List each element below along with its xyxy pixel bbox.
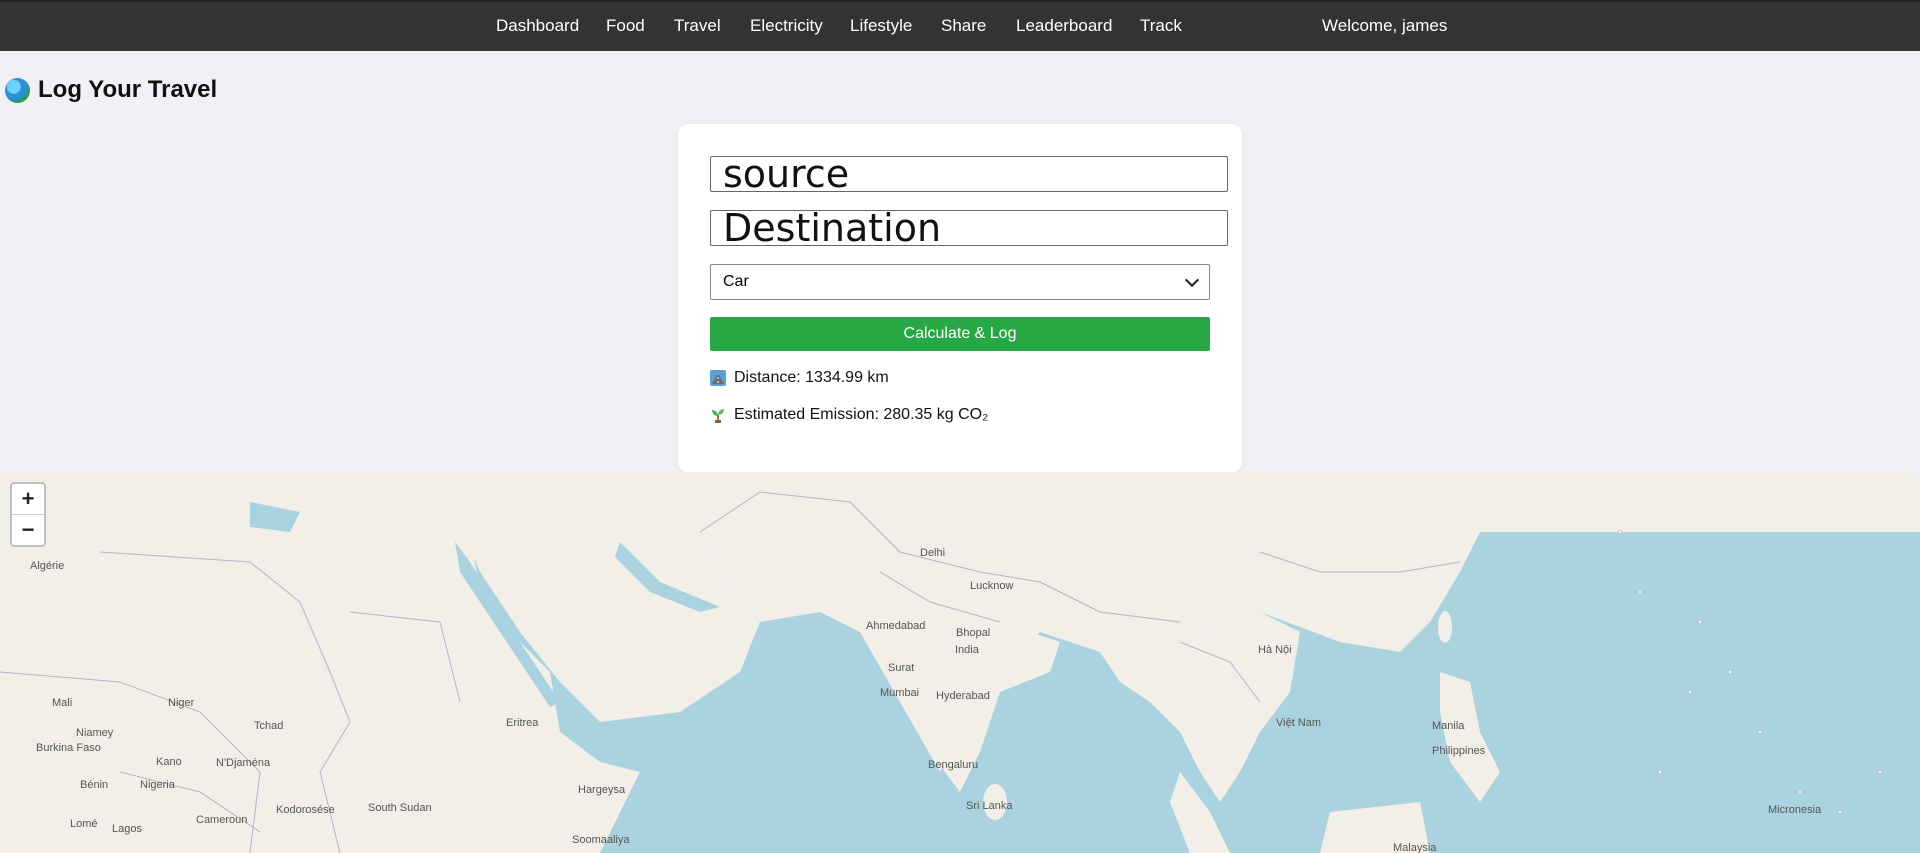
map-label: South Sudan — [368, 802, 432, 814]
map-tiles — [0, 472, 1920, 853]
nav-track[interactable]: Track — [1140, 16, 1182, 36]
map-label: Eritrea — [506, 717, 539, 729]
distance-result: Distance: 1334.99 km — [710, 369, 889, 387]
zoom-in-button[interactable]: + — [12, 484, 44, 514]
map-label: Lagos — [112, 823, 142, 835]
map-label: Micronesia — [1768, 804, 1822, 816]
nav-share[interactable]: Share — [941, 16, 986, 36]
map-label: Algérie — [30, 560, 65, 572]
seedling-icon — [712, 409, 724, 423]
road-icon — [710, 370, 726, 386]
map-label: Việt Nam — [1276, 717, 1322, 729]
map-label: Tchad — [254, 720, 284, 732]
calculate-log-button[interactable]: Calculate & Log — [710, 317, 1210, 351]
map-label: N'Djaména — [216, 757, 271, 769]
zoom-out-button[interactable]: − — [12, 514, 44, 545]
source-input[interactable] — [710, 156, 1228, 192]
map-zoom-control: + − — [10, 482, 46, 547]
emission-result: Estimated Emission: 280.35 kg CO₂ — [710, 406, 988, 424]
map-label: Lucknow — [970, 580, 1014, 592]
map-label: Hà Nội — [1258, 644, 1292, 656]
map-label: Ahmedabad — [866, 620, 926, 632]
page-title: Log Your Travel — [5, 76, 217, 104]
globe-icon — [5, 77, 30, 103]
top-navbar: Dashboard Food Travel Electricity Lifest… — [0, 0, 1920, 51]
map-label: Hyderabad — [936, 690, 990, 702]
welcome-text: Welcome, james — [1322, 16, 1448, 35]
nav-lifestyle[interactable]: Lifestyle — [850, 16, 912, 36]
map-label: Soomaaliya — [572, 834, 630, 846]
map-label: Lomé — [70, 818, 98, 830]
chevron-down-icon — [1184, 272, 1200, 288]
map-label: Kano — [156, 756, 182, 768]
nav-dashboard[interactable]: Dashboard — [496, 16, 579, 36]
map-label: Bengaluru — [928, 759, 979, 771]
map-label: India — [955, 644, 979, 656]
map-label: Niamey — [76, 727, 114, 739]
map-label: Delhi — [920, 547, 946, 559]
map-label: Burkina Faso — [36, 742, 101, 754]
map-label: Malaysia — [1393, 842, 1437, 853]
map-label: Bénin — [80, 779, 109, 791]
map-label: Hargeysa — [578, 784, 626, 796]
travel-mode-value: Car — [723, 273, 749, 290]
map-label: Mali — [52, 697, 73, 709]
nav-travel[interactable]: Travel — [674, 16, 721, 36]
map-label: Nigeria — [140, 779, 175, 791]
map-label: Philippines — [1432, 745, 1486, 757]
map-label: Cameroun — [196, 814, 248, 826]
nav-electricity[interactable]: Electricity — [750, 16, 823, 36]
nav-food[interactable]: Food — [606, 16, 645, 36]
map-label: Manila — [1432, 720, 1465, 732]
emission-text: Estimated Emission: 280.35 kg CO₂ — [734, 406, 989, 423]
travel-form-card: Car Calculate & Log Distance: 1334.99 km… — [678, 124, 1242, 472]
destination-input[interactable] — [710, 210, 1228, 246]
travel-mode-select[interactable]: Car — [710, 264, 1210, 300]
map-label: Sri Lanka — [966, 800, 1013, 812]
map-label: Surat — [888, 662, 915, 674]
map-label: Niger — [168, 697, 195, 709]
map-label: Mumbai — [880, 687, 920, 699]
distance-text: Distance: 1334.99 km — [734, 369, 889, 386]
nav-leaderboard[interactable]: Leaderboard — [1016, 16, 1112, 36]
map-label: Bhopal — [956, 627, 991, 639]
page-title-text: Log Your Travel — [38, 76, 218, 103]
map-label: Kodorosése — [276, 804, 335, 816]
route-map[interactable]: Delhi Lucknow Ahmedabad Bhopal India Sur… — [0, 472, 1920, 853]
